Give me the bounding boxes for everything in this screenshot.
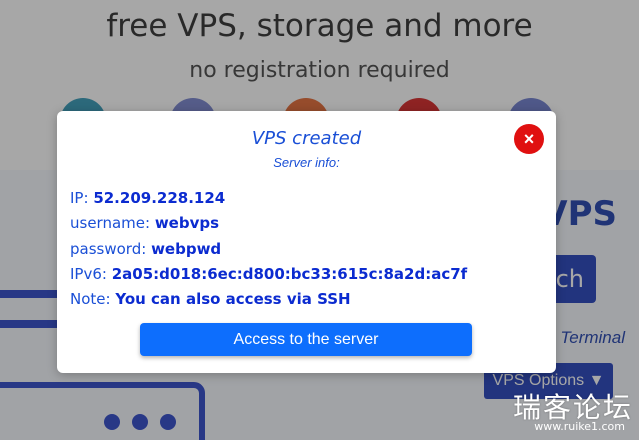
password-value: webpwd — [151, 240, 222, 258]
watermark-url: www.ruike1.com — [534, 420, 625, 433]
modal-subtitle: Server info: — [273, 155, 340, 170]
ip-row: IP: 52.209.228.124 — [70, 189, 225, 207]
username-label: username: — [70, 214, 151, 232]
password-label: password: — [70, 240, 147, 258]
username-value: webvps — [154, 214, 220, 232]
access-server-button[interactable]: Access to the server — [140, 323, 472, 356]
vps-created-modal: VPS created Server info: × IP: 52.209.22… — [57, 111, 556, 373]
note-value: You can also access via SSH — [115, 290, 351, 308]
close-button[interactable]: × — [514, 124, 544, 154]
note-label: Note: — [70, 290, 111, 308]
ip-value: 52.209.228.124 — [93, 189, 226, 207]
username-row: username: webvps — [70, 214, 219, 232]
password-row: password: webpwd — [70, 240, 221, 258]
modal-title: VPS created — [251, 128, 362, 149]
ipv6-row: IPv6: 2a05:d018:6ec:d800:bc33:615c:8a2d:… — [70, 265, 467, 283]
ipv6-label: IPv6: — [70, 265, 107, 283]
ip-label: IP: — [70, 189, 89, 207]
note-row: Note: You can also access via SSH — [70, 290, 351, 308]
ipv6-value: 2a05:d018:6ec:d800:bc33:615c:8a2d:ac7f — [111, 265, 468, 283]
